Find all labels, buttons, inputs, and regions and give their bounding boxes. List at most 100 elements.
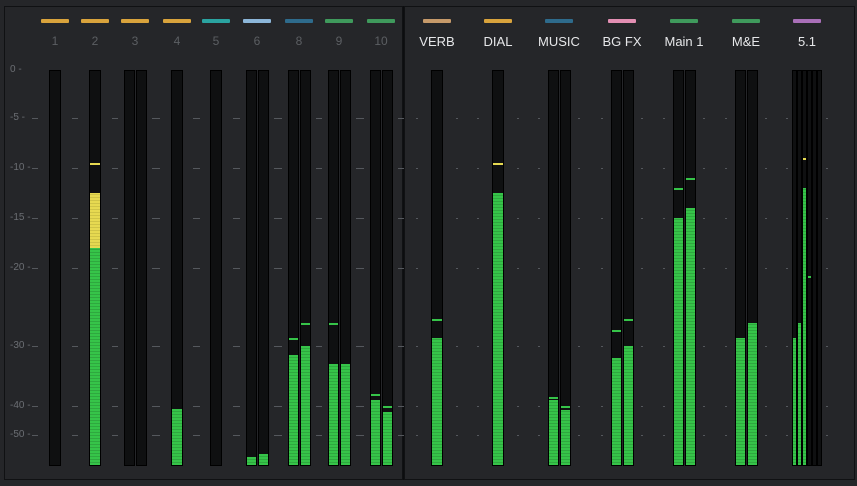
bus-meter-channel [673, 70, 684, 466]
grid-tick [416, 118, 418, 119]
bus-meter-channel [747, 70, 758, 466]
grid-tick [578, 118, 580, 119]
grid-tick [786, 435, 788, 436]
grid-tick [765, 168, 767, 169]
grid-tick [316, 435, 322, 436]
db-scale-label: 0 - [10, 64, 22, 75]
meter-level-fill [493, 193, 503, 465]
grid-tick [663, 168, 665, 169]
grid-tick [154, 118, 160, 119]
grid-tick [826, 118, 828, 119]
grid-tick [663, 406, 665, 407]
grid-tick [725, 435, 727, 436]
track-color-swatch [81, 19, 109, 23]
grid-tick [641, 218, 643, 219]
grid-tick [765, 346, 767, 347]
grid-tick [234, 346, 240, 347]
grid-tick [578, 435, 580, 436]
grid-tick [358, 168, 364, 169]
grid-tick [765, 268, 767, 269]
bus-color-swatch [732, 19, 760, 23]
grid-tick [601, 406, 603, 407]
grid-tick [276, 218, 282, 219]
grid-tick [601, 435, 603, 436]
audio-meters-panel: 0 - -5 - -10 - -15 - -20 - -30 - -40 - -50 - 12… [0, 0, 857, 486]
grid-tick [641, 406, 643, 407]
grid-tick [826, 406, 828, 407]
grid-tick [663, 118, 665, 119]
grid-tick [786, 406, 788, 407]
grid-tick [786, 118, 788, 119]
grid-tick [517, 435, 519, 436]
grid-tick [358, 218, 364, 219]
grid-tick [193, 218, 199, 219]
bus-color-swatch [484, 19, 512, 23]
grid-tick [641, 268, 643, 269]
grid-tick [517, 168, 519, 169]
track-meter-channel [382, 70, 393, 466]
bus-meter-channel [817, 70, 822, 466]
track-meter-channel [370, 70, 381, 466]
meter-peak-hold [624, 318, 633, 321]
grid-tick [765, 406, 767, 407]
meter-peak-hold [674, 188, 683, 190]
grid-tick [416, 218, 418, 219]
grid-tick [725, 168, 727, 169]
meter-level-fill [259, 453, 268, 465]
meter-peak-hold [329, 322, 338, 325]
grid-tick [786, 218, 788, 219]
grid-tick [826, 168, 828, 169]
track-color-swatch [121, 19, 149, 23]
grid-tick [112, 406, 118, 407]
grid-tick [193, 406, 199, 407]
grid-tick [517, 346, 519, 347]
grid-tick [72, 406, 78, 407]
track-meter-channel [210, 70, 222, 466]
track-meter-channel [136, 70, 147, 466]
bus-meter-channel [611, 70, 622, 466]
grid-tick [765, 435, 767, 436]
db-scale-label: -50 - [10, 429, 31, 440]
grid-tick [456, 118, 458, 119]
meter-peak-hold [289, 338, 298, 341]
grid-tick [234, 168, 240, 169]
meter-level-fill [172, 410, 182, 465]
grid-tick [358, 268, 364, 269]
track-meter-channel [288, 70, 299, 466]
grid-tick [456, 218, 458, 219]
grid-tick [641, 168, 643, 169]
grid-tick [477, 218, 479, 219]
meter-peak-hold [686, 178, 695, 180]
grid-tick [416, 346, 418, 347]
meter-peak-hold [803, 158, 806, 160]
grid-tick [786, 168, 788, 169]
grid-tick [703, 168, 705, 169]
grid-tick [703, 406, 705, 407]
db-scale-label: -30 - [10, 340, 31, 351]
grid-tick [663, 346, 665, 347]
grid-tick [765, 218, 767, 219]
bus-meter-channel [735, 70, 746, 466]
grid-tick [725, 406, 727, 407]
grid-tick [193, 168, 199, 169]
grid-tick [826, 346, 828, 347]
grid-tick [601, 168, 603, 169]
grid-tick [234, 435, 240, 436]
grid-tick [398, 118, 404, 119]
bus-color-swatch [793, 19, 821, 23]
meter-level-fill [432, 338, 442, 465]
meter-level-fill [748, 322, 757, 465]
grid-tick [316, 168, 322, 169]
grid-tick [193, 118, 199, 119]
grid-tick [725, 118, 727, 119]
meter-level-fill [736, 338, 745, 465]
track-meter-channel [171, 70, 183, 466]
grid-tick [703, 268, 705, 269]
grid-tick [276, 268, 282, 269]
grid-tick [398, 406, 404, 407]
grid-tick [112, 118, 118, 119]
grid-tick [601, 268, 603, 269]
grid-tick [316, 406, 322, 407]
grid-tick [398, 435, 404, 436]
meter-level-fill [301, 346, 310, 465]
